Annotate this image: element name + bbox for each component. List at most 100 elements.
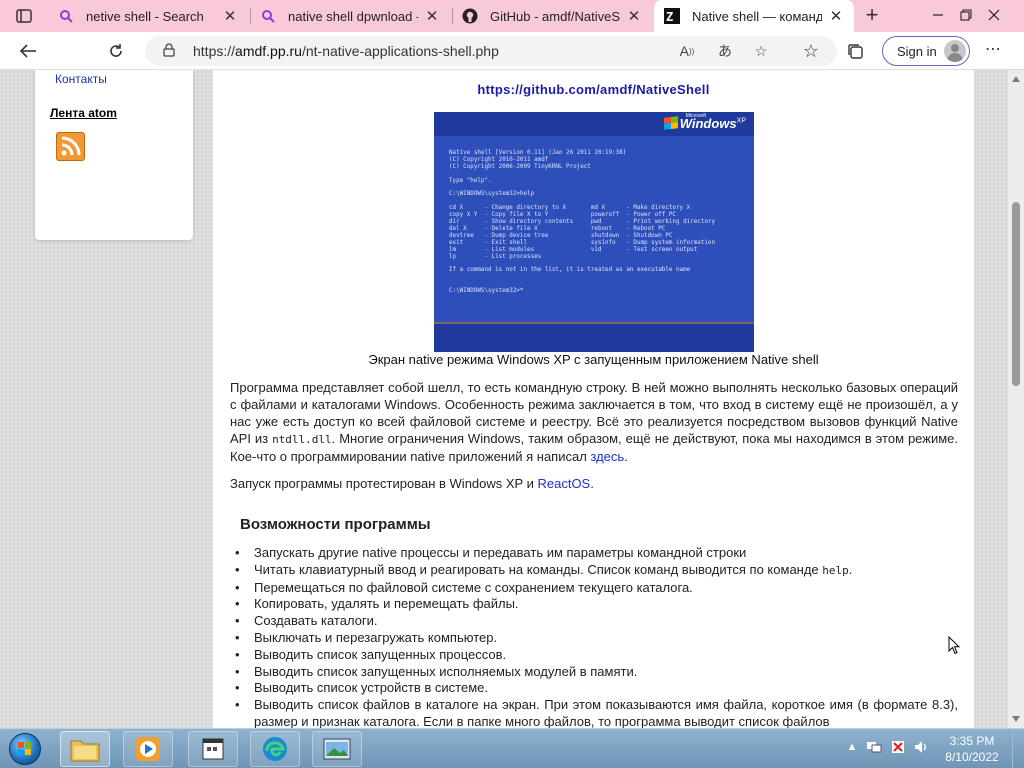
tested-paragraph: Запуск программы протестирован в Windows… [230, 475, 958, 492]
list-item: Запускать другие native процессы и перед… [230, 545, 958, 562]
favorites-button[interactable]: ☆ [797, 37, 825, 65]
svg-text:Z: Z [666, 10, 673, 24]
taskbar-edge[interactable] [250, 731, 300, 767]
list-item: Читать клавиатурный ввод и реагировать н… [230, 562, 958, 580]
clock-time: 3:35 PM [949, 734, 995, 748]
list-item: Выводить список запущенных исполняемых м… [230, 664, 958, 681]
more-menu-button[interactable]: ⋯ [985, 39, 1002, 59]
close-icon[interactable]: ✕ [626, 7, 642, 25]
url-path: /nt-native-applications-shell.php [301, 43, 499, 59]
sign-in-label: Sign in [897, 43, 937, 59]
refresh-icon [110, 44, 122, 57]
list-item: Выводить список устройств в системе. [230, 680, 958, 697]
text: Запуск программы протестирован в Windows… [230, 476, 538, 491]
start-button[interactable] [3, 730, 47, 768]
list-item: Перемещаться по файловой системе с сохра… [230, 580, 958, 597]
system-clock[interactable]: 3:35 PM 8/10/2022 [940, 733, 1004, 765]
app-window-icon [202, 738, 224, 760]
minimize-icon [933, 14, 943, 16]
lock-icon[interactable] [163, 43, 175, 62]
taskbar: ▲ 3:35 PM 8/10/2022 [0, 728, 1024, 768]
refresh-button[interactable] [102, 37, 130, 65]
back-button[interactable] [14, 37, 42, 65]
scroll-down-icon[interactable] [1012, 716, 1020, 722]
close-window-button[interactable] [976, 0, 1012, 30]
address-bar-row: https://amdf.pp.ru/nt-native-application… [0, 32, 1024, 70]
action-center-icon[interactable] [890, 739, 906, 755]
volume-icon[interactable] [914, 739, 930, 755]
back-arrow-icon [19, 44, 36, 58]
scroll-up-icon[interactable] [1012, 76, 1020, 82]
tab-search-2[interactable]: native shell dpwnload - Search ✕ [250, 0, 450, 32]
read-aloud-icon[interactable]: A)) [677, 41, 697, 61]
close-icon [988, 9, 1000, 21]
windows-xp-logo: WindowsXP Microsoft [663, 113, 746, 131]
mouse-cursor-icon [948, 635, 961, 660]
taskbar-image-viewer[interactable] [312, 731, 362, 767]
show-hidden-icons-icon[interactable]: ▲ [844, 739, 860, 755]
tab-title: GitHub - amdf/NativeShell [490, 8, 620, 24]
sidebar-link-atom-feed[interactable]: Лента atom [50, 106, 117, 120]
taskbar-media-player[interactable] [123, 731, 173, 767]
list-item: Создавать каталоги. [230, 613, 958, 630]
network-icon[interactable] [866, 739, 882, 755]
collections-button[interactable] [841, 37, 869, 65]
list-item: Копировать, удалять и перемещать файлы. [230, 596, 958, 613]
features-list: Запускать другие native процессы и перед… [230, 545, 958, 728]
list-item: Выводить список файлов в каталоге на экр… [230, 697, 958, 728]
edge-icon [263, 737, 287, 761]
text: Читать клавиатурный ввод и реагировать н… [254, 561, 823, 577]
windows-start-icon [9, 733, 41, 765]
inline-code: help [822, 563, 849, 577]
logo-ms: Microsoft [685, 113, 706, 119]
list-item: Выводить список запущенных процессов. [230, 647, 958, 664]
logo-sup: XP [736, 117, 746, 125]
site-icon: Z [664, 8, 680, 24]
tab-search-1[interactable]: netive shell - Search ✕ [48, 0, 248, 32]
search-icon [260, 8, 276, 24]
url-host: amdf.pp.ru [235, 43, 302, 59]
media-player-icon [136, 737, 160, 761]
close-icon[interactable]: ✕ [222, 7, 238, 25]
text: . [624, 449, 628, 464]
figure-caption: Экран native режима Windows XP с запущен… [368, 352, 819, 367]
collections-icon [848, 44, 863, 59]
address-bar[interactable]: https://amdf.pp.ru/nt-native-application… [145, 36, 837, 66]
rss-icon[interactable] [56, 132, 85, 161]
taskbar-explorer[interactable] [60, 731, 110, 767]
add-favorite-icon[interactable]: ☆ [751, 41, 771, 61]
tab-actions-icon [16, 9, 32, 23]
url-scheme: https:// [193, 43, 236, 59]
inline-code: ntdll.dll [272, 433, 332, 446]
list-item: Выключать и перезагружать компьютер. [230, 630, 958, 647]
tab-actions-button[interactable] [6, 4, 42, 28]
text: . [848, 561, 853, 577]
folder-icon [70, 740, 100, 762]
tab-github[interactable]: GitHub - amdf/NativeShell ✕ [452, 0, 652, 32]
tab-title: netive shell - Search [86, 8, 204, 24]
link-reactos[interactable]: ReactOS [537, 476, 590, 491]
show-desktop-button[interactable] [1012, 729, 1024, 768]
new-tab-button[interactable]: + [860, 4, 884, 28]
github-icon [462, 8, 478, 24]
restore-icon [960, 9, 972, 21]
console-output: Native shell [Version 0.11] (Jan 26 2011… [449, 150, 715, 295]
close-icon[interactable]: ✕ [828, 7, 844, 25]
screenshot-bottom-band [434, 322, 754, 352]
close-icon[interactable]: ✕ [424, 7, 440, 25]
scrollbar-thumb[interactable] [1012, 202, 1020, 386]
image-viewer-icon [323, 738, 351, 760]
avatar [944, 40, 966, 62]
sidebar-link-contacts[interactable]: Контакты [55, 72, 107, 86]
taskbar-app[interactable] [188, 731, 238, 767]
sign-in-button[interactable]: Sign in [882, 36, 970, 66]
link-here[interactable]: здесь [590, 449, 624, 464]
translate-icon[interactable]: あ [715, 41, 735, 61]
vertical-scrollbar[interactable] [1008, 70, 1024, 728]
url-text[interactable]: https://amdf.pp.ru/nt-native-application… [193, 43, 499, 59]
tab-native-shell[interactable]: Z Native shell — командная строка ✕ [654, 0, 854, 32]
features-heading: Возможности программы [240, 516, 431, 533]
tab-title: native shell dpwnload - Search [288, 8, 418, 24]
github-link[interactable]: https://github.com/amdf/NativeShell [213, 82, 974, 97]
search-icon [58, 8, 74, 24]
